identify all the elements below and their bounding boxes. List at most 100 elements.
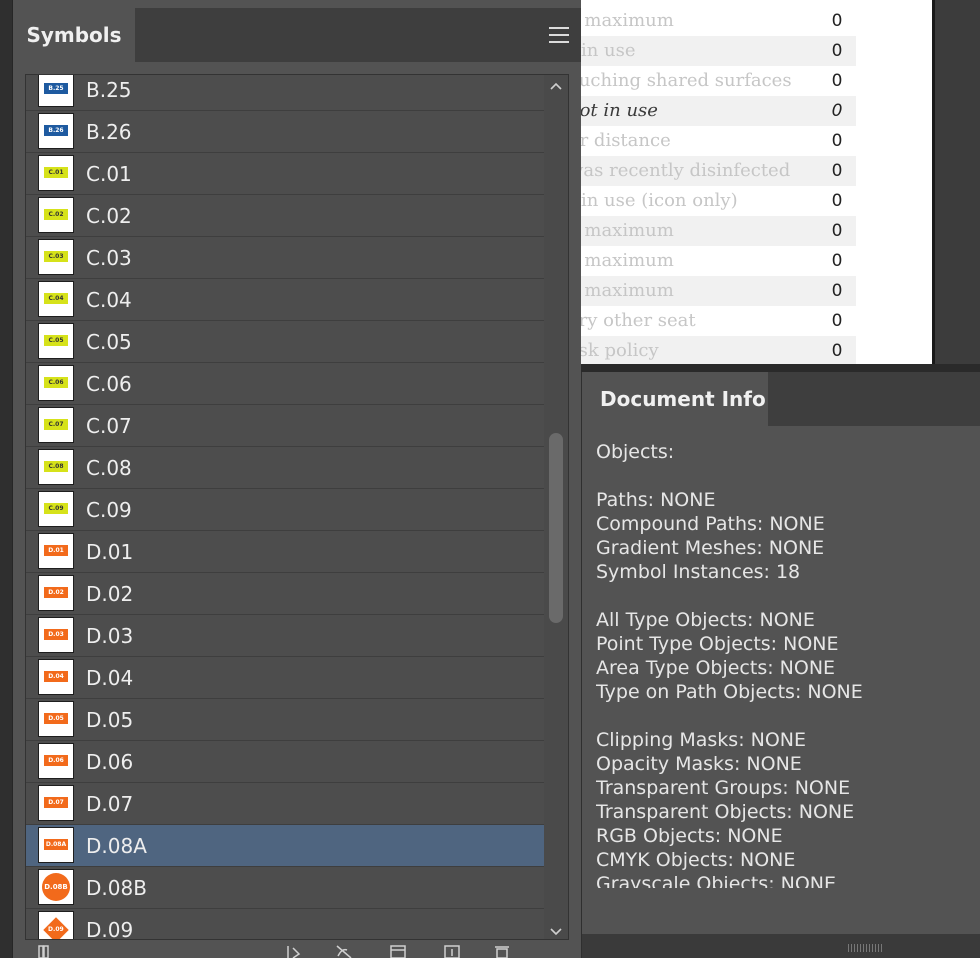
artboard-row: t in use (icon only) 0 — [580, 186, 856, 216]
symbol-thumbnail-tag: D.01 — [44, 545, 68, 556]
symbol-list-item[interactable]: D.03 D.03 — [26, 615, 544, 657]
symbol-thumbnail: B.26 — [38, 113, 74, 149]
symbol-name: C.01 — [86, 162, 132, 186]
symbol-list-item[interactable]: C.08 C.08 — [26, 447, 544, 489]
tab-symbols[interactable]: Symbols — [13, 8, 135, 62]
symbol-thumbnail: D.09 — [38, 911, 74, 939]
symbol-list-item[interactable]: D.04 D.04 — [26, 657, 544, 699]
artboard-row-label: ery other seat — [580, 310, 696, 331]
artboard-row-label: e maximum — [580, 280, 674, 301]
document-info-line: Point Type Objects: NONE — [596, 633, 839, 655]
symbol-thumbnail-tag: C.01 — [44, 167, 68, 178]
symbol-list-item[interactable]: C.04 C.04 — [26, 279, 544, 321]
symbol-list-item[interactable]: D.06 D.06 — [26, 741, 544, 783]
artboard-row-value: 0 — [831, 191, 843, 211]
artboard-row: e maximum 0 — [580, 276, 856, 306]
artboard-row-value: 0 — [831, 11, 843, 31]
artboard-row: e maximum 0 — [580, 216, 856, 246]
artboard-row-label: t in use — [580, 40, 636, 61]
symbol-thumbnail: C.06 — [38, 365, 74, 401]
symbol-thumbnail-tag: D.07 — [44, 797, 68, 808]
artboard-row-value: 0 — [831, 251, 843, 271]
symbol-list-item[interactable]: D.08B D.08B — [26, 867, 544, 909]
delete-symbol-icon[interactable] — [493, 944, 511, 958]
symbol-list-item[interactable]: D.09 D.09 — [26, 909, 544, 940]
document-info-line: Clipping Masks: NONE — [596, 729, 807, 751]
symbol-thumbnail: D.07 — [38, 785, 74, 821]
artboard-row-value: 0 — [831, 341, 843, 361]
new-symbol-icon[interactable] — [443, 944, 461, 958]
symbol-name: D.07 — [86, 792, 134, 816]
tab-document-info[interactable]: Document Info — [582, 372, 768, 426]
artboard-row-label: ur distance — [580, 130, 671, 151]
symbol-thumbnail-tag: D.03 — [44, 629, 68, 640]
symbol-name: B.26 — [86, 120, 132, 144]
symbol-thumbnail: C.04 — [38, 281, 74, 317]
symbol-list-item[interactable]: C.06 C.06 — [26, 363, 544, 405]
symbol-thumbnail-tag: D.05 — [44, 713, 68, 724]
symbol-list-item[interactable]: D.02 D.02 — [26, 573, 544, 615]
symbol-thumbnail: D.02 — [38, 575, 74, 611]
symbol-name: C.02 — [86, 204, 132, 228]
symbol-thumbnail-tag: D.02 — [44, 587, 68, 598]
symbol-list-item[interactable]: D.01 D.01 — [26, 531, 544, 573]
symbol-options-icon[interactable] — [389, 944, 407, 958]
artboard-row-value: 0 — [831, 101, 843, 121]
artboard-row: ur distance 0 — [580, 126, 856, 156]
document-info-line: CMYK Objects: NONE — [596, 849, 796, 871]
artboard-row-value: 0 — [831, 161, 843, 181]
symbol-thumbnail-tag: D.06 — [44, 755, 68, 766]
symbols-panel: Symbols B.25 B.25 B.26 B.26 C.01 C.01 C.02 C.02… — [12, 0, 581, 958]
symbol-list-item[interactable]: D.08A D.08A — [26, 825, 544, 867]
symbols-list[interactable]: B.25 B.25 B.26 B.26 C.01 C.01 C.02 C.02 C.03 C.03… — [25, 74, 569, 940]
symbol-name: C.03 — [86, 246, 132, 270]
document-info-line — [596, 704, 976, 728]
document-info-line: Compound Paths: NONE — [596, 513, 825, 535]
artboard-row-label: esk policy — [580, 340, 659, 361]
document-info-content: Objects: Paths: NONE Compound Paths: NONE G… — [596, 440, 976, 888]
artboard-row: esk policy 0 — [580, 336, 856, 364]
document-info-line — [596, 584, 976, 608]
symbol-list-item[interactable]: D.07 D.07 — [26, 783, 544, 825]
symbol-thumbnail: C.05 — [38, 323, 74, 359]
scroll-down-icon[interactable] — [550, 925, 562, 937]
symbol-list-item[interactable]: C.01 C.01 — [26, 153, 544, 195]
symbol-list-item[interactable]: B.26 B.26 — [26, 111, 544, 153]
break-link-icon[interactable] — [335, 944, 353, 958]
symbol-name: C.09 — [86, 498, 132, 522]
artboard-row-label: ouching shared surfaces — [580, 70, 792, 91]
panel-bottom-bar — [582, 934, 980, 958]
symbol-name: D.03 — [86, 624, 134, 648]
symbol-thumbnail: B.25 — [38, 75, 74, 107]
symbol-thumbnail-tag: B.25 — [44, 83, 68, 94]
symbol-list-item[interactable]: C.09 C.09 — [26, 489, 544, 531]
scrollbar-thumb[interactable] — [549, 433, 563, 623]
symbol-list-item[interactable]: C.02 C.02 — [26, 195, 544, 237]
symbol-thumbnail-tag: C.06 — [44, 377, 68, 388]
scroll-up-icon[interactable] — [550, 81, 562, 93]
symbol-thumbnail: C.09 — [38, 491, 74, 527]
symbol-name: D.09 — [86, 918, 134, 940]
symbol-name: B.25 — [86, 78, 132, 102]
symbol-list-item[interactable]: B.25 B.25 — [26, 75, 544, 111]
artboard-row-value: 0 — [831, 311, 843, 331]
symbol-thumbnail: D.01 — [38, 533, 74, 569]
symbol-list-item[interactable]: C.05 C.05 — [26, 321, 544, 363]
document-info-line: RGB Objects: NONE — [596, 825, 783, 847]
symbol-name: D.02 — [86, 582, 134, 606]
symbol-name: C.05 — [86, 330, 132, 354]
symbol-libraries-menu-icon[interactable] — [37, 944, 55, 958]
symbol-list-item[interactable]: C.03 C.03 — [26, 237, 544, 279]
symbol-thumbnail-tag: D.08A — [44, 839, 68, 850]
symbol-list-item[interactable]: C.07 C.07 — [26, 405, 544, 447]
symbol-name: C.08 — [86, 456, 132, 480]
symbol-name: C.07 — [86, 414, 132, 438]
scrollbar[interactable] — [544, 75, 568, 939]
artboard-row: e maximum 0 — [580, 246, 856, 276]
hamburger-menu-icon[interactable] — [549, 27, 569, 43]
artboard-row-label: was recently disinfected — [580, 160, 791, 181]
resize-grip-icon[interactable] — [848, 944, 884, 952]
symbol-list-item[interactable]: D.05 D.05 — [26, 699, 544, 741]
symbol-thumbnail-tag: C.05 — [44, 335, 68, 346]
place-symbol-instance-icon[interactable] — [285, 944, 303, 958]
